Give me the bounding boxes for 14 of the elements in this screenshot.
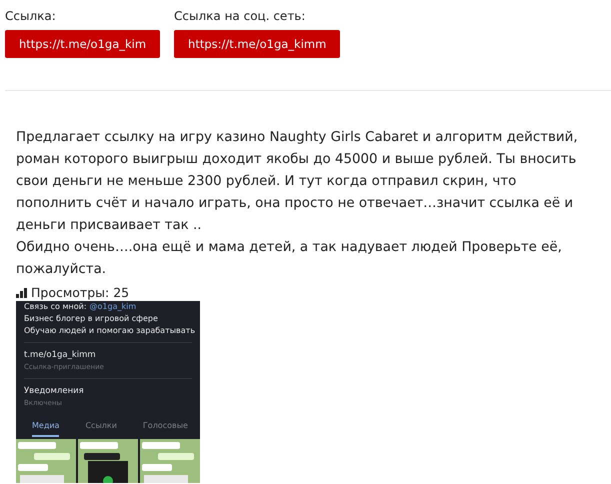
bar-chart-icon xyxy=(16,288,27,298)
link-label: Ссылка на соц. сеть: xyxy=(174,8,306,24)
contact-label: Связь со мной: xyxy=(24,301,87,313)
views-count: Просмотры: 25 xyxy=(31,286,130,300)
post-text: Обидно очень….она ещё и мама детей, а так надувает людей Проверьте её, пожалуйста. xyxy=(16,239,563,279)
setting-title: Уведомления xyxy=(24,385,85,397)
media-tab[interactable]: Ссылки xyxy=(85,420,117,437)
link-button[interactable]: https://t.me/o1ga_kim xyxy=(5,30,160,58)
post-text: Предлагает ссылку на игру казино Naughty Girls Cabaret и алгоритм действий, роман которого выигрыш доходит якобы до 45000 и выше рублей. Ты вносить свои деньги не меньше 2300 рублей. И тут когда отправил скрин, что пополнить счёт и начало играть, она просто не отвечает…значит ссылка её и деньги присваивает так .. xyxy=(16,129,579,235)
link-button[interactable]: https://t.me/o1ga_kimm xyxy=(174,30,340,58)
media-tab[interactable]: Медиа xyxy=(32,420,60,437)
link-label: Ссылка: xyxy=(5,8,57,24)
bio-text: Бизнес блогер в игровой сфере xyxy=(24,313,159,325)
media-tab[interactable]: Голосовые xyxy=(142,420,188,437)
